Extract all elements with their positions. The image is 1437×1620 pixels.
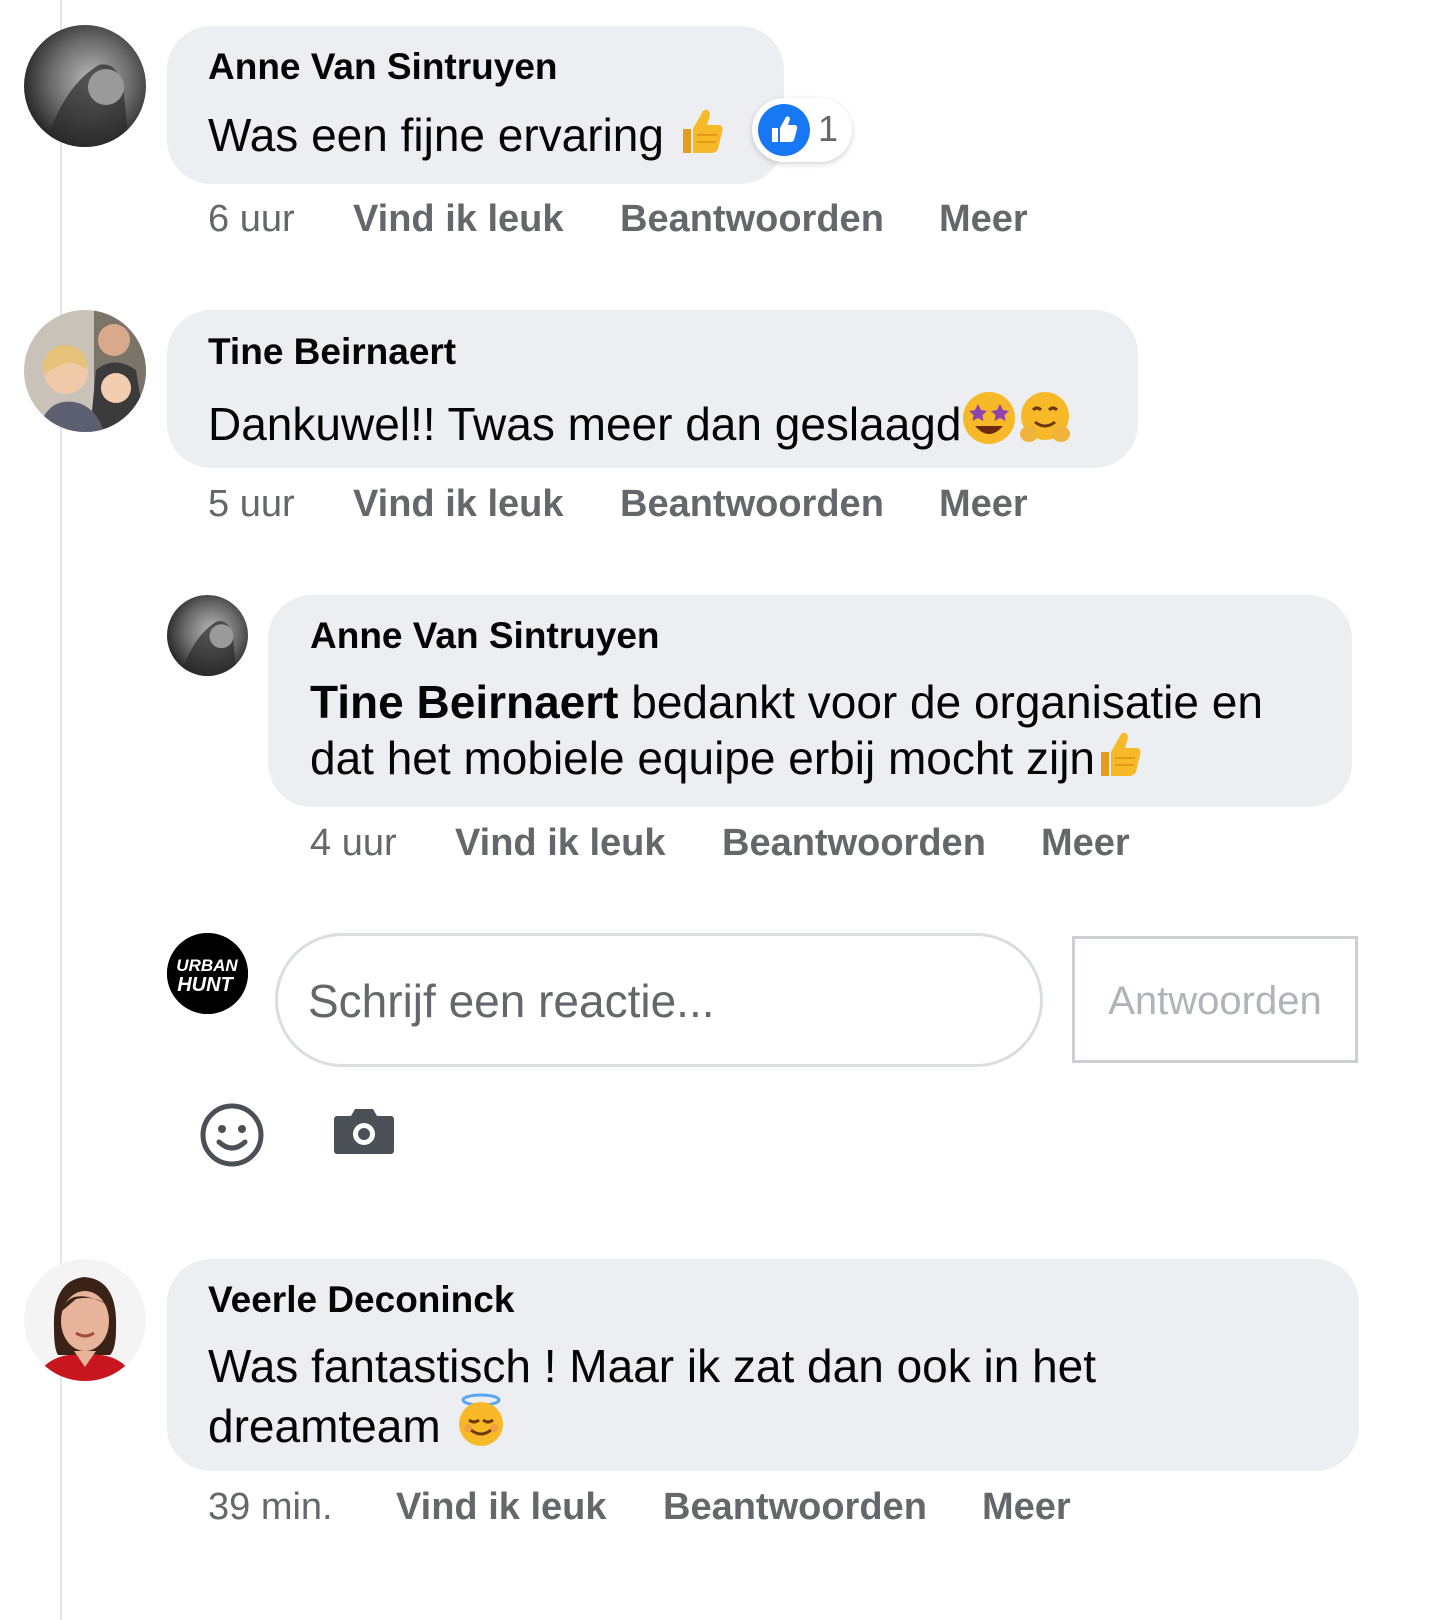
camera-icon[interactable] xyxy=(333,1106,395,1156)
comment-author[interactable]: Tine Beirnaert xyxy=(208,331,456,373)
more-button[interactable]: Meer xyxy=(1041,822,1130,865)
hugging-face-emoji xyxy=(1017,390,1073,458)
comment-text-line1: bedankt voor de organisatie en xyxy=(631,676,1263,728)
like-button[interactable]: Vind ik leuk xyxy=(353,198,563,241)
comment-text: Was fantastisch ! Maar ik zat dan ook in… xyxy=(208,1338,1096,1394)
smiling-face-with-halo-emoji xyxy=(453,1392,509,1460)
more-button[interactable]: Meer xyxy=(982,1486,1071,1529)
like-button[interactable]: Vind ik leuk xyxy=(455,822,665,865)
comment-text-line2: dreamteam xyxy=(208,1400,441,1452)
submit-reply-button[interactable]: Antwoorden xyxy=(1072,936,1358,1063)
comment-author[interactable]: Anne Van Sintruyen xyxy=(310,615,660,657)
mention-link[interactable]: Tine Beirnaert xyxy=(310,676,618,728)
reaction-summary[interactable]: 1 xyxy=(752,98,852,162)
reply-button[interactable]: Beantwoorden xyxy=(722,822,986,865)
avatar-tine[interactable] xyxy=(24,310,146,432)
more-button[interactable]: Meer xyxy=(939,483,1028,526)
reply-button[interactable]: Beantwoorden xyxy=(663,1486,927,1529)
comment-author[interactable]: Anne Van Sintruyen xyxy=(208,46,558,88)
thread-line xyxy=(60,0,62,1620)
urban-hunt-logo-line2: HUNT xyxy=(177,974,234,996)
comment-text-line1: Was fantastisch ! Maar ik zat dan ook in… xyxy=(208,1340,1097,1392)
comment-input-placeholder: Schrijf een reactie... xyxy=(308,975,715,1027)
comment-text: dat het mobiele equipe erbij mocht zijn xyxy=(310,728,1143,792)
thumbs-up-emoji xyxy=(1095,728,1143,792)
comment-input[interactable]: Schrijf een reactie... xyxy=(275,933,1043,1067)
comment-text-line2: dat het mobiele equipe erbij mocht zijn xyxy=(310,732,1096,784)
comment-text: Was een fijne ervaring xyxy=(208,105,725,169)
star-struck-emoji xyxy=(961,390,1017,458)
comment-text: dreamteam xyxy=(208,1392,509,1460)
comment-timestamp[interactable]: 6 uur xyxy=(208,198,295,241)
comment-author[interactable]: Veerle Deconinck xyxy=(208,1279,514,1321)
comment-timestamp[interactable]: 39 min. xyxy=(208,1486,333,1529)
avatar-anne[interactable] xyxy=(167,595,248,676)
comment-text-content: Dankuwel!! Twas meer dan geslaagd xyxy=(208,398,962,450)
comment-text: Dankuwel!! Twas meer dan geslaagd xyxy=(208,390,1073,458)
thumbs-up-emoji xyxy=(677,105,725,169)
avatar-anne[interactable] xyxy=(24,25,146,147)
reply-button[interactable]: Beantwoorden xyxy=(620,198,884,241)
like-button[interactable]: Vind ik leuk xyxy=(396,1486,606,1529)
comment-text-content: Was een fijne ervaring xyxy=(208,109,664,161)
like-reaction-icon xyxy=(758,104,810,156)
comment-text: Tine Beirnaert bedankt voor de organisat… xyxy=(310,674,1263,730)
avatar-veerle[interactable] xyxy=(24,1259,146,1381)
like-button[interactable]: Vind ik leuk xyxy=(353,483,563,526)
reply-button[interactable]: Beantwoorden xyxy=(620,483,884,526)
avatar-urban-hunt: URBAN HUNT xyxy=(167,933,248,1014)
urban-hunt-logo-line1: URBAN xyxy=(176,956,238,975)
comment-timestamp[interactable]: 5 uur xyxy=(208,483,295,526)
comment-timestamp[interactable]: 4 uur xyxy=(310,822,397,865)
smiley-icon[interactable] xyxy=(199,1102,265,1168)
submit-reply-label: Antwoorden xyxy=(1108,979,1322,1023)
more-button[interactable]: Meer xyxy=(939,198,1028,241)
reaction-count: 1 xyxy=(818,108,839,149)
